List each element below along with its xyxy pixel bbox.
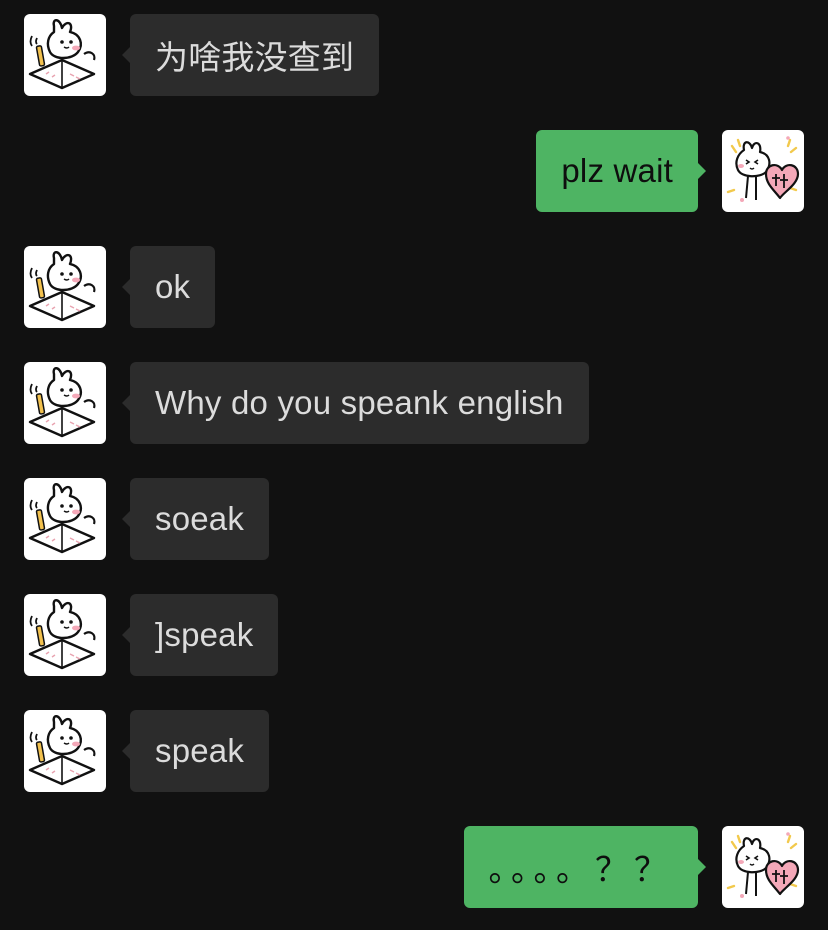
rabbit-writing-avatar-icon	[24, 710, 106, 792]
rabbit-writing-avatar-icon	[24, 362, 106, 444]
self-avatar-icon[interactable]	[722, 826, 804, 908]
contact-avatar-icon[interactable]	[24, 710, 106, 792]
contact-avatar-icon[interactable]	[24, 478, 106, 560]
message-row-outgoing: 。。。。？？	[0, 826, 828, 908]
message-row-incoming: 为啥我没查到	[0, 14, 828, 96]
message-text: soeak	[155, 500, 245, 537]
message-bubble-outgoing[interactable]: plz wait	[536, 130, 706, 212]
message-text: 为啥我没查到	[155, 39, 355, 76]
contact-avatar-icon[interactable]	[24, 362, 106, 444]
message-bubble-incoming[interactable]: ]speak	[121, 594, 279, 676]
message-text: Why do you speank english	[155, 384, 564, 421]
contact-avatar-icon[interactable]	[24, 594, 106, 676]
message-text: ok	[155, 268, 191, 305]
rabbit-heart-avatar-icon	[722, 826, 804, 908]
chat-message-list: 为啥我没查到 plz wait ok Why do you speank eng…	[0, 0, 828, 930]
message-text: plz wait	[561, 152, 673, 189]
message-text: speak	[155, 732, 245, 769]
message-bubble-incoming[interactable]: speak	[121, 710, 270, 792]
message-text: 。。。。？？	[488, 851, 673, 888]
message-bubble-incoming[interactable]: 为啥我没查到	[121, 14, 380, 96]
message-bubble-incoming[interactable]: Why do you speank english	[122, 362, 589, 444]
rabbit-writing-avatar-icon	[24, 594, 106, 676]
rabbit-heart-avatar-icon	[722, 130, 804, 212]
message-row-incoming: speak	[0, 710, 828, 792]
self-avatar-icon[interactable]	[722, 130, 804, 212]
message-row-incoming: Why do you speank english	[0, 362, 828, 444]
message-bubble-outgoing[interactable]: 。。。。？？	[463, 826, 706, 908]
message-text: ]speak	[155, 616, 254, 653]
message-row-incoming: soeak	[0, 478, 828, 560]
message-row-outgoing: plz wait	[0, 130, 828, 212]
contact-avatar-icon[interactable]	[24, 246, 106, 328]
message-row-incoming: ]speak	[0, 594, 828, 676]
message-bubble-incoming[interactable]: ok	[121, 246, 216, 328]
contact-avatar-icon[interactable]	[24, 14, 106, 96]
rabbit-writing-avatar-icon	[24, 478, 106, 560]
rabbit-writing-avatar-icon	[24, 246, 106, 328]
message-row-incoming: ok	[0, 246, 828, 328]
message-bubble-incoming[interactable]: soeak	[121, 478, 270, 560]
rabbit-writing-avatar-icon	[24, 14, 106, 96]
